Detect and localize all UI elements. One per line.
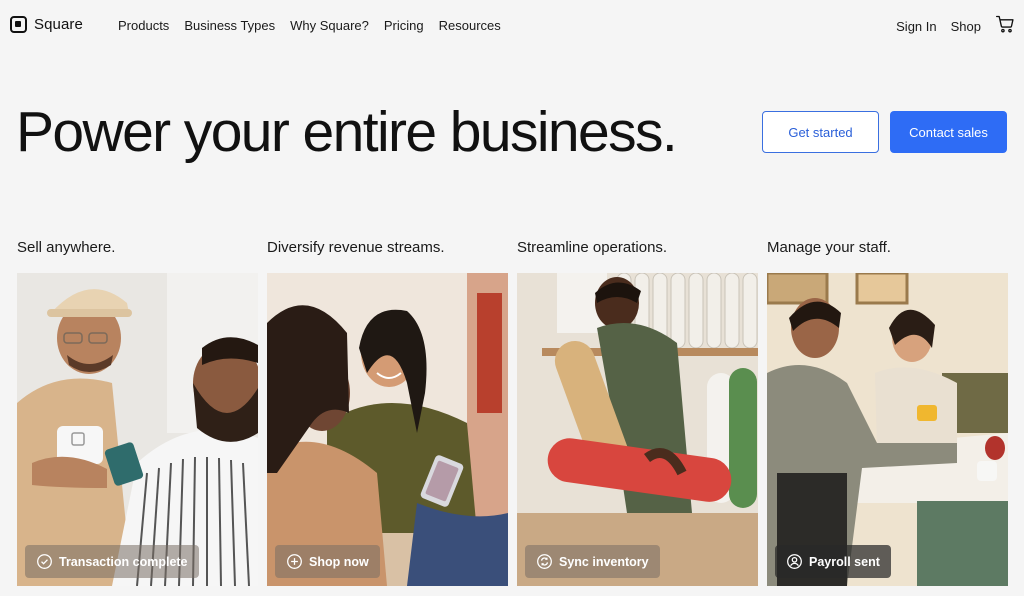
hero-title: Power your entire business. — [16, 100, 678, 164]
square-logo-icon — [10, 16, 27, 33]
card-streamline-operations[interactable]: Streamline operations. Sync inventory — [517, 238, 758, 586]
nav-why-square[interactable]: Why Square? — [290, 18, 369, 33]
nav-business-types[interactable]: Business Types — [184, 18, 275, 33]
nav-products[interactable]: Products — [118, 18, 169, 33]
nav-resources[interactable]: Resources — [439, 18, 501, 33]
nav-links: Products Business Types Why Square? Pric… — [118, 18, 501, 33]
card-image-cafe[interactable]: Payroll sent — [767, 273, 1008, 586]
sync-inventory-badge[interactable]: Sync inventory — [525, 545, 660, 578]
payroll-sent-badge[interactable]: Payroll sent — [775, 545, 891, 578]
plus-circle-icon — [287, 554, 302, 569]
cafe-photo — [767, 273, 1008, 586]
card-title: Manage your staff. — [767, 239, 891, 256]
badge-label: Transaction complete — [59, 554, 188, 569]
skateshop-photo — [517, 273, 758, 586]
card-diversify-revenue[interactable]: Diversify revenue streams. Shop now — [267, 238, 508, 586]
check-circle-icon — [37, 554, 52, 569]
person-circle-icon — [787, 554, 802, 569]
nav-right: Sign In Shop — [896, 14, 1015, 34]
card-manage-staff[interactable]: Manage your staff. Payroll sent — [767, 238, 1008, 586]
card-title: Streamline operations. — [517, 239, 668, 256]
shop-now-badge[interactable]: Shop now — [275, 545, 380, 578]
shop-link[interactable]: Shop — [951, 19, 981, 34]
sync-icon — [537, 554, 552, 569]
badge-label: Payroll sent — [809, 554, 880, 569]
card-title: Diversify revenue streams. — [267, 239, 445, 256]
cart-icon[interactable] — [995, 14, 1015, 34]
card-image-barber[interactable]: Transaction complete — [17, 273, 258, 586]
card-image-shoppers[interactable]: Shop now — [267, 273, 508, 586]
get-started-button[interactable]: Get started — [762, 111, 879, 153]
badge-label: Shop now — [309, 554, 369, 569]
card-sell-anywhere[interactable]: Sell anywhere. Transaction complete — [17, 238, 258, 586]
top-nav: Square Products Business Types Why Squar… — [0, 0, 1024, 52]
card-title: Sell anywhere. — [17, 239, 116, 256]
brand-name: Square — [34, 16, 83, 33]
transaction-complete-badge[interactable]: Transaction complete — [25, 545, 199, 578]
barber-photo — [17, 273, 258, 586]
sign-in-link[interactable]: Sign In — [896, 19, 936, 34]
badge-label: Sync inventory — [559, 554, 649, 569]
contact-sales-button[interactable]: Contact sales — [890, 111, 1007, 153]
nav-pricing[interactable]: Pricing — [384, 18, 424, 33]
square-logo[interactable]: Square — [10, 16, 83, 33]
card-image-skateshop[interactable]: Sync inventory — [517, 273, 758, 586]
shoppers-photo — [267, 273, 508, 586]
